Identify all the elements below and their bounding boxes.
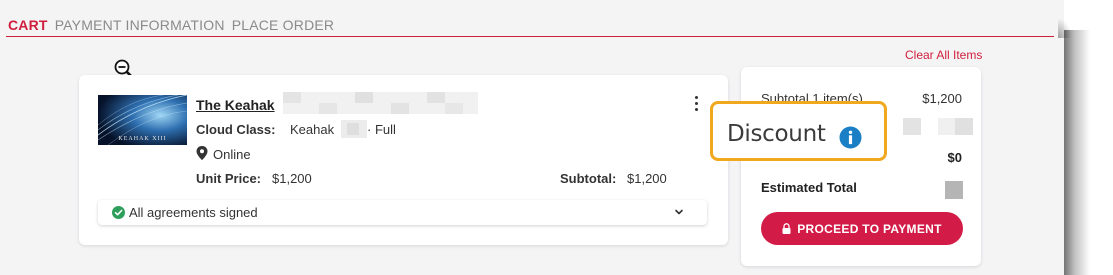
cart-item-card: KEAHAK XIII The Keahak Cloud Class: Keah… (79, 75, 728, 245)
unit-price-label: Unit Price: (196, 171, 262, 186)
course-title-link[interactable]: The Keahak (196, 97, 275, 113)
unit-price-value: $1,200 (272, 171, 312, 186)
redacted-class (341, 120, 367, 138)
discount-label: Discount (727, 121, 826, 147)
location-text: Online (213, 147, 251, 162)
checkout-steps: CART PAYMENT INFORMATION PLACE ORDER (8, 17, 334, 33)
clear-all-items-link[interactable]: Clear All Items (905, 48, 982, 62)
class-value: Keahak (290, 122, 335, 137)
page-edge-shadow (1064, 30, 1090, 275)
course-thumbnail: KEAHAK XIII (98, 95, 187, 145)
agreements-text: All agreements signed (129, 205, 258, 220)
item-subtotal-label: Subtotal: (560, 171, 617, 186)
proceed-label: PROCEED TO PAYMENT (797, 221, 942, 236)
info-icon[interactable] (839, 126, 862, 149)
redacted-estimated-total (945, 181, 963, 199)
class-label: Cloud Class: (196, 122, 276, 137)
thumbnail-label: KEAHAK XIII (118, 136, 167, 142)
tab-place-order[interactable]: PLACE ORDER (232, 17, 335, 33)
proceed-to-payment-button[interactable]: PROCEED TO PAYMENT (761, 212, 963, 245)
kebab-menu-icon[interactable] (691, 96, 701, 114)
checkout-page: CART PAYMENT INFORMATION PLACE ORDER Cle… (0, 0, 1064, 275)
check-circle-icon (112, 206, 125, 219)
tab-payment-information[interactable]: PAYMENT INFORMATION (55, 17, 225, 33)
redacted-title (283, 92, 478, 114)
order-summary-card: Subtotal 1 item(s) $1,200 $0 Estimated T… (741, 67, 981, 266)
tab-cart[interactable]: CART (8, 17, 48, 33)
class-tail: · Full (367, 122, 396, 137)
lock-icon (782, 223, 791, 234)
redacted-discount-b (938, 118, 973, 135)
summary-zero-value: $0 (947, 150, 962, 165)
item-subtotal-value: $1,200 (627, 171, 667, 186)
estimated-total-label: Estimated Total (761, 180, 857, 195)
tabs-divider (6, 36, 1054, 37)
agreements-accordion[interactable]: All agreements signed (98, 200, 707, 225)
redacted-discount-a (903, 118, 921, 135)
location-pin-icon (196, 146, 208, 160)
chevron-down-icon (675, 209, 683, 215)
summary-subtotal-value: $1,200 (922, 91, 962, 106)
discount-callout: Discount (710, 101, 887, 161)
page-corner-shadow (1058, 18, 1072, 38)
